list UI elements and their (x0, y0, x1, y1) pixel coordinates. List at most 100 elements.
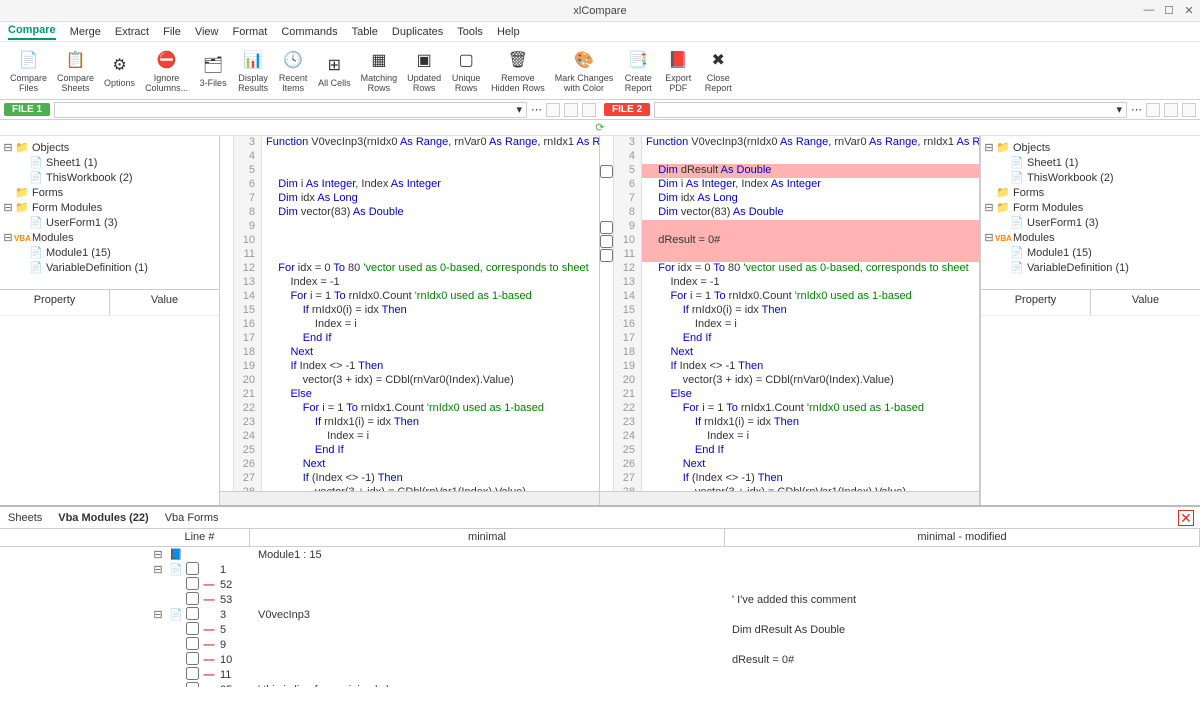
row-checkbox[interactable] (186, 652, 202, 668)
line-checkbox[interactable] (600, 220, 614, 234)
diff-row[interactable]: ⊟📄3V0vecInp3 (0, 607, 1200, 622)
line-checkbox[interactable] (600, 332, 614, 346)
line-checkbox[interactable] (220, 416, 234, 430)
menu-table[interactable]: Table (352, 26, 378, 38)
menu-file[interactable]: File (163, 26, 181, 38)
line-checkbox[interactable] (600, 318, 614, 332)
code-line[interactable]: 14 For i = 1 To rnIdx0.Count 'rnIdx0 use… (600, 290, 979, 304)
row-checkbox[interactable] (186, 562, 202, 578)
diff-row[interactable]: —52 (0, 577, 1200, 592)
line-checkbox[interactable] (600, 276, 614, 290)
code-line[interactable]: 22 For i = 1 To rnIdx1.Count 'rnIdx0 use… (600, 402, 979, 416)
line-checkbox[interactable] (220, 248, 234, 262)
line-checkbox[interactable] (600, 234, 614, 248)
right-project-tree[interactable]: ⊟📁Objects📄Sheet1 (1)📄ThisWorkbook (2)📁Fo… (981, 136, 1200, 289)
expand-icon[interactable]: ⊟ (983, 141, 995, 154)
row-toggle[interactable]: ⊟ (0, 563, 166, 576)
file2-action3-icon[interactable] (1182, 103, 1196, 117)
line-checkbox[interactable] (220, 178, 234, 192)
tab-vba-forms[interactable]: Vba Forms (165, 512, 219, 524)
code-line[interactable]: 25 End If (220, 444, 599, 458)
diff-row[interactable]: ⊟📘Module1 : 15 (0, 547, 1200, 562)
tool-all-cells[interactable]: ⊞All Cells (314, 51, 355, 91)
code-line[interactable]: 27 If (Index <> -1) Then (220, 472, 599, 486)
code-line[interactable]: 13 Index = -1 (220, 276, 599, 290)
line-checkbox[interactable] (220, 276, 234, 290)
tree-item-form_modules[interactable]: ⊟📁Form Modules (983, 200, 1198, 215)
code-line[interactable]: 16 Index = i (220, 318, 599, 332)
tree-item-thiswb[interactable]: 📄ThisWorkbook (2) (983, 170, 1198, 185)
line-checkbox[interactable] (220, 318, 234, 332)
line-checkbox[interactable] (600, 304, 614, 318)
minimize-button[interactable]: — (1142, 4, 1156, 17)
line-checkbox[interactable] (600, 402, 614, 416)
row-checkbox[interactable] (186, 637, 202, 653)
code-line[interactable]: 20 vector(3 + idx) = CDbl(rnVar0(Index).… (220, 374, 599, 388)
code-line[interactable]: 16 Index = i (600, 318, 979, 332)
tree-item-modules[interactable]: ⊟VBAModules (2, 230, 217, 245)
line-checkbox[interactable] (220, 206, 234, 220)
menu-commands[interactable]: Commands (281, 26, 337, 38)
code-line[interactable]: 7 Dim idx As Long (600, 192, 979, 206)
line-checkbox[interactable] (220, 262, 234, 276)
code-line[interactable]: 23 If rnIdx1(i) = idx Then (600, 416, 979, 430)
line-checkbox[interactable] (600, 472, 614, 486)
diff-row[interactable]: —35' this is line from minimal.xls (0, 682, 1200, 687)
tool-matching-rows[interactable]: ▦MatchingRows (357, 46, 402, 96)
code-line[interactable]: 15 If rnIdx0(i) = idx Then (220, 304, 599, 318)
diff-row[interactable]: —10dResult = 0# (0, 652, 1200, 667)
tool-updated-rows[interactable]: ▣UpdatedRows (403, 46, 445, 96)
file1-action1-icon[interactable] (546, 103, 560, 117)
code-line[interactable]: 25 End If (600, 444, 979, 458)
row-checkbox[interactable] (186, 667, 202, 683)
maximize-button[interactable]: ☐ (1162, 4, 1176, 17)
code-line[interactable]: 3Function V0vecInp3(rnIdx0 As Range, rnV… (600, 136, 979, 150)
line-checkbox[interactable] (220, 430, 234, 444)
menu-help[interactable]: Help (497, 26, 520, 38)
code-line[interactable]: 10 (220, 234, 599, 248)
menu-view[interactable]: View (195, 26, 219, 38)
line-checkbox[interactable] (600, 192, 614, 206)
tool-mark-changes-with-color[interactable]: 🎨Mark Changeswith Color (551, 46, 618, 96)
code-line[interactable]: 8 Dim vector(83) As Double (220, 206, 599, 220)
line-checkbox[interactable] (220, 136, 234, 150)
line-checkbox[interactable] (600, 360, 614, 374)
code-line[interactable]: 8 Dim vector(83) As Double (600, 206, 979, 220)
line-checkbox[interactable] (600, 178, 614, 192)
code-line[interactable]: 11 (220, 248, 599, 262)
code-line[interactable]: 9 (220, 220, 599, 234)
line-checkbox[interactable] (600, 346, 614, 360)
line-checkbox[interactable] (600, 136, 614, 150)
file2-menu-icon[interactable]: ⋯ (1131, 103, 1142, 116)
line-checkbox[interactable] (220, 360, 234, 374)
sync-icon[interactable]: ⟳ (595, 121, 604, 134)
line-checkbox[interactable] (220, 220, 234, 234)
line-checkbox[interactable] (220, 374, 234, 388)
tool-display-results[interactable]: 📊DisplayResults (234, 46, 272, 96)
line-checkbox[interactable] (600, 248, 614, 262)
line-checkbox[interactable] (220, 486, 234, 491)
code-line[interactable]: 23 If rnIdx1(i) = idx Then (220, 416, 599, 430)
tool-create-report[interactable]: 📑CreateReport (619, 46, 657, 96)
tool-unique-rows[interactable]: ▢UniqueRows (447, 46, 485, 96)
code-line[interactable]: 21 Else (600, 388, 979, 402)
line-checkbox[interactable] (220, 458, 234, 472)
menu-extract[interactable]: Extract (115, 26, 149, 38)
file1-action3-icon[interactable] (582, 103, 596, 117)
file1-menu-icon[interactable]: ⋯ (531, 103, 542, 116)
tree-item-vardef[interactable]: 📄VariableDefinition (1) (983, 260, 1198, 275)
expand-icon[interactable]: ⊟ (983, 231, 995, 244)
line-checkbox[interactable] (600, 444, 614, 458)
tool-recent-items[interactable]: 🕓RecentItems (274, 46, 312, 96)
code-line[interactable]: 26 Next (220, 458, 599, 472)
tree-item-module1[interactable]: 📄Module1 (15) (983, 245, 1198, 260)
right-hscroll[interactable] (600, 491, 979, 505)
tree-item-sheet1[interactable]: 📄Sheet1 (1) (2, 155, 217, 170)
tree-item-thiswb[interactable]: 📄ThisWorkbook (2) (2, 170, 217, 185)
file2-dropdown[interactable]: ▾ (654, 102, 1127, 118)
code-line[interactable]: 5 Dim dResult As Double (600, 164, 979, 178)
menu-tools[interactable]: Tools (457, 26, 483, 38)
tool-close-report[interactable]: ✖CloseReport (699, 46, 737, 96)
tree-item-form_modules[interactable]: ⊟📁Form Modules (2, 200, 217, 215)
file2-action2-icon[interactable] (1164, 103, 1178, 117)
